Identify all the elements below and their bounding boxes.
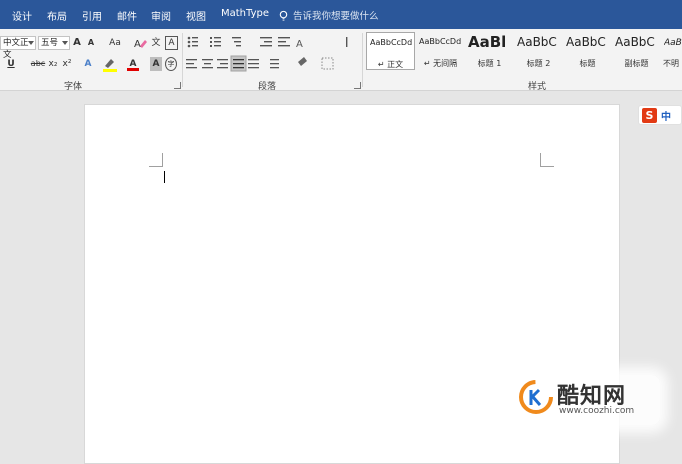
- tab-review[interactable]: 审阅: [151, 8, 171, 23]
- style-no-spacing[interactable]: AaBbCcDd ↵ 无间隔: [416, 32, 465, 70]
- font-color-button[interactable]: A: [127, 57, 139, 71]
- ime-language: 中: [661, 112, 671, 123]
- style-sample: AaBl: [468, 33, 507, 51]
- paragraph-dialog-launcher-icon[interactable]: [354, 82, 361, 89]
- tab-references[interactable]: 引用: [82, 8, 102, 23]
- styles-group-label: 样式: [528, 82, 547, 92]
- highlighter-icon[interactable]: [102, 57, 120, 72]
- style-sample: AaBbCcDd: [419, 37, 462, 46]
- style-heading-2[interactable]: AaBbC 标题 2: [514, 32, 563, 70]
- style-subtle-emphasis[interactable]: AaBb 不明: [661, 32, 682, 70]
- style-normal[interactable]: AaBbCcDd ↵ 正文: [366, 32, 415, 70]
- tell-me-box[interactable]: 告诉我你想要做什么: [278, 8, 379, 22]
- style-name: ↵ 无间隔: [423, 59, 458, 68]
- watermark-url: www.coozhi.com: [559, 406, 635, 416]
- svg-text:A: A: [134, 39, 141, 49]
- style-name: 标题 1: [477, 59, 502, 68]
- tab-layout[interactable]: 布局: [47, 8, 67, 23]
- lightbulb-icon: [279, 10, 288, 21]
- svg-text:A: A: [296, 39, 303, 50]
- ribbon-tab-bar: 设计 布局 引用 邮件 审阅 视图 MathType 告诉我你想要做什么: [0, 0, 682, 29]
- clear-formatting-icon[interactable]: A: [134, 37, 147, 49]
- tell-me-placeholder: 告诉我你想要做什么: [293, 11, 379, 22]
- style-name: ↵ 正文: [377, 60, 404, 69]
- shrink-font-button[interactable]: A: [86, 36, 96, 50]
- text-effects-button[interactable]: A: [82, 57, 94, 71]
- style-sample: AaBbC: [615, 35, 655, 49]
- crop-mark-top-right: [540, 153, 554, 167]
- strikethrough-button[interactable]: abc: [30, 57, 46, 71]
- tab-design[interactable]: 设计: [12, 8, 32, 23]
- font-group-label: 字体: [64, 82, 83, 92]
- font-name-select[interactable]: 中文正文: [0, 36, 36, 60]
- style-heading-1[interactable]: AaBl 标题 1: [465, 32, 514, 70]
- tab-mailings[interactable]: 邮件: [117, 8, 137, 23]
- underline-button[interactable]: U: [6, 57, 16, 71]
- char-border-button[interactable]: A: [165, 36, 178, 50]
- chevron-down-icon: [28, 41, 34, 45]
- paragraph-group-label: 段落: [258, 82, 277, 92]
- font-size-value: 五号: [41, 38, 59, 48]
- subscript-button[interactable]: x₂: [47, 57, 59, 71]
- phonetic-guide-button[interactable]: 文: [150, 36, 162, 50]
- style-name: 标题: [579, 59, 596, 68]
- style-name: 不明: [663, 59, 679, 68]
- group-divider: [182, 33, 183, 87]
- styles-gallery: AaBbCcDd ↵ 正文 AaBbCcDd ↵ 无间隔 AaBl 标题 1 A…: [366, 32, 682, 76]
- ribbon: 中文正文 五号 A A Aa A 文 A U abc x₂ x² A A A 字…: [0, 29, 682, 92]
- style-title[interactable]: AaBbC 标题: [563, 32, 612, 70]
- style-name: 副标题: [624, 59, 649, 68]
- watermark-logo-icon: [519, 380, 553, 414]
- tab-view[interactable]: 视图: [186, 8, 206, 23]
- style-sample: AaBbC: [517, 35, 557, 49]
- ime-toolbar[interactable]: S 中: [638, 105, 682, 125]
- style-name: 标题 2: [526, 59, 551, 68]
- grow-font-button[interactable]: A: [72, 36, 82, 50]
- sogou-logo-icon: S: [642, 108, 657, 123]
- style-sample: AaBb: [664, 38, 682, 48]
- enclose-chars-button[interactable]: 字: [165, 57, 177, 71]
- style-sample: AaBbC: [566, 35, 606, 49]
- text-cursor: [164, 171, 165, 183]
- group-divider: [362, 33, 363, 87]
- watermark: 酷知网 www.coozhi.com: [515, 375, 660, 425]
- chevron-down-icon: [62, 41, 68, 45]
- tab-mathtype[interactable]: MathType: [221, 8, 269, 19]
- style-subtitle[interactable]: AaBbC 副标题: [612, 32, 661, 70]
- font-size-select[interactable]: 五号: [38, 36, 70, 50]
- style-sample: AaBbCcDd: [370, 38, 413, 47]
- crop-mark-top-left: [149, 153, 163, 167]
- superscript-button[interactable]: x²: [61, 57, 73, 71]
- paragraph-controls[interactable]: A: [186, 35, 356, 73]
- change-case-button[interactable]: Aa: [104, 36, 126, 50]
- font-dialog-launcher-icon[interactable]: [174, 82, 181, 89]
- char-shading-button[interactable]: A: [150, 57, 162, 71]
